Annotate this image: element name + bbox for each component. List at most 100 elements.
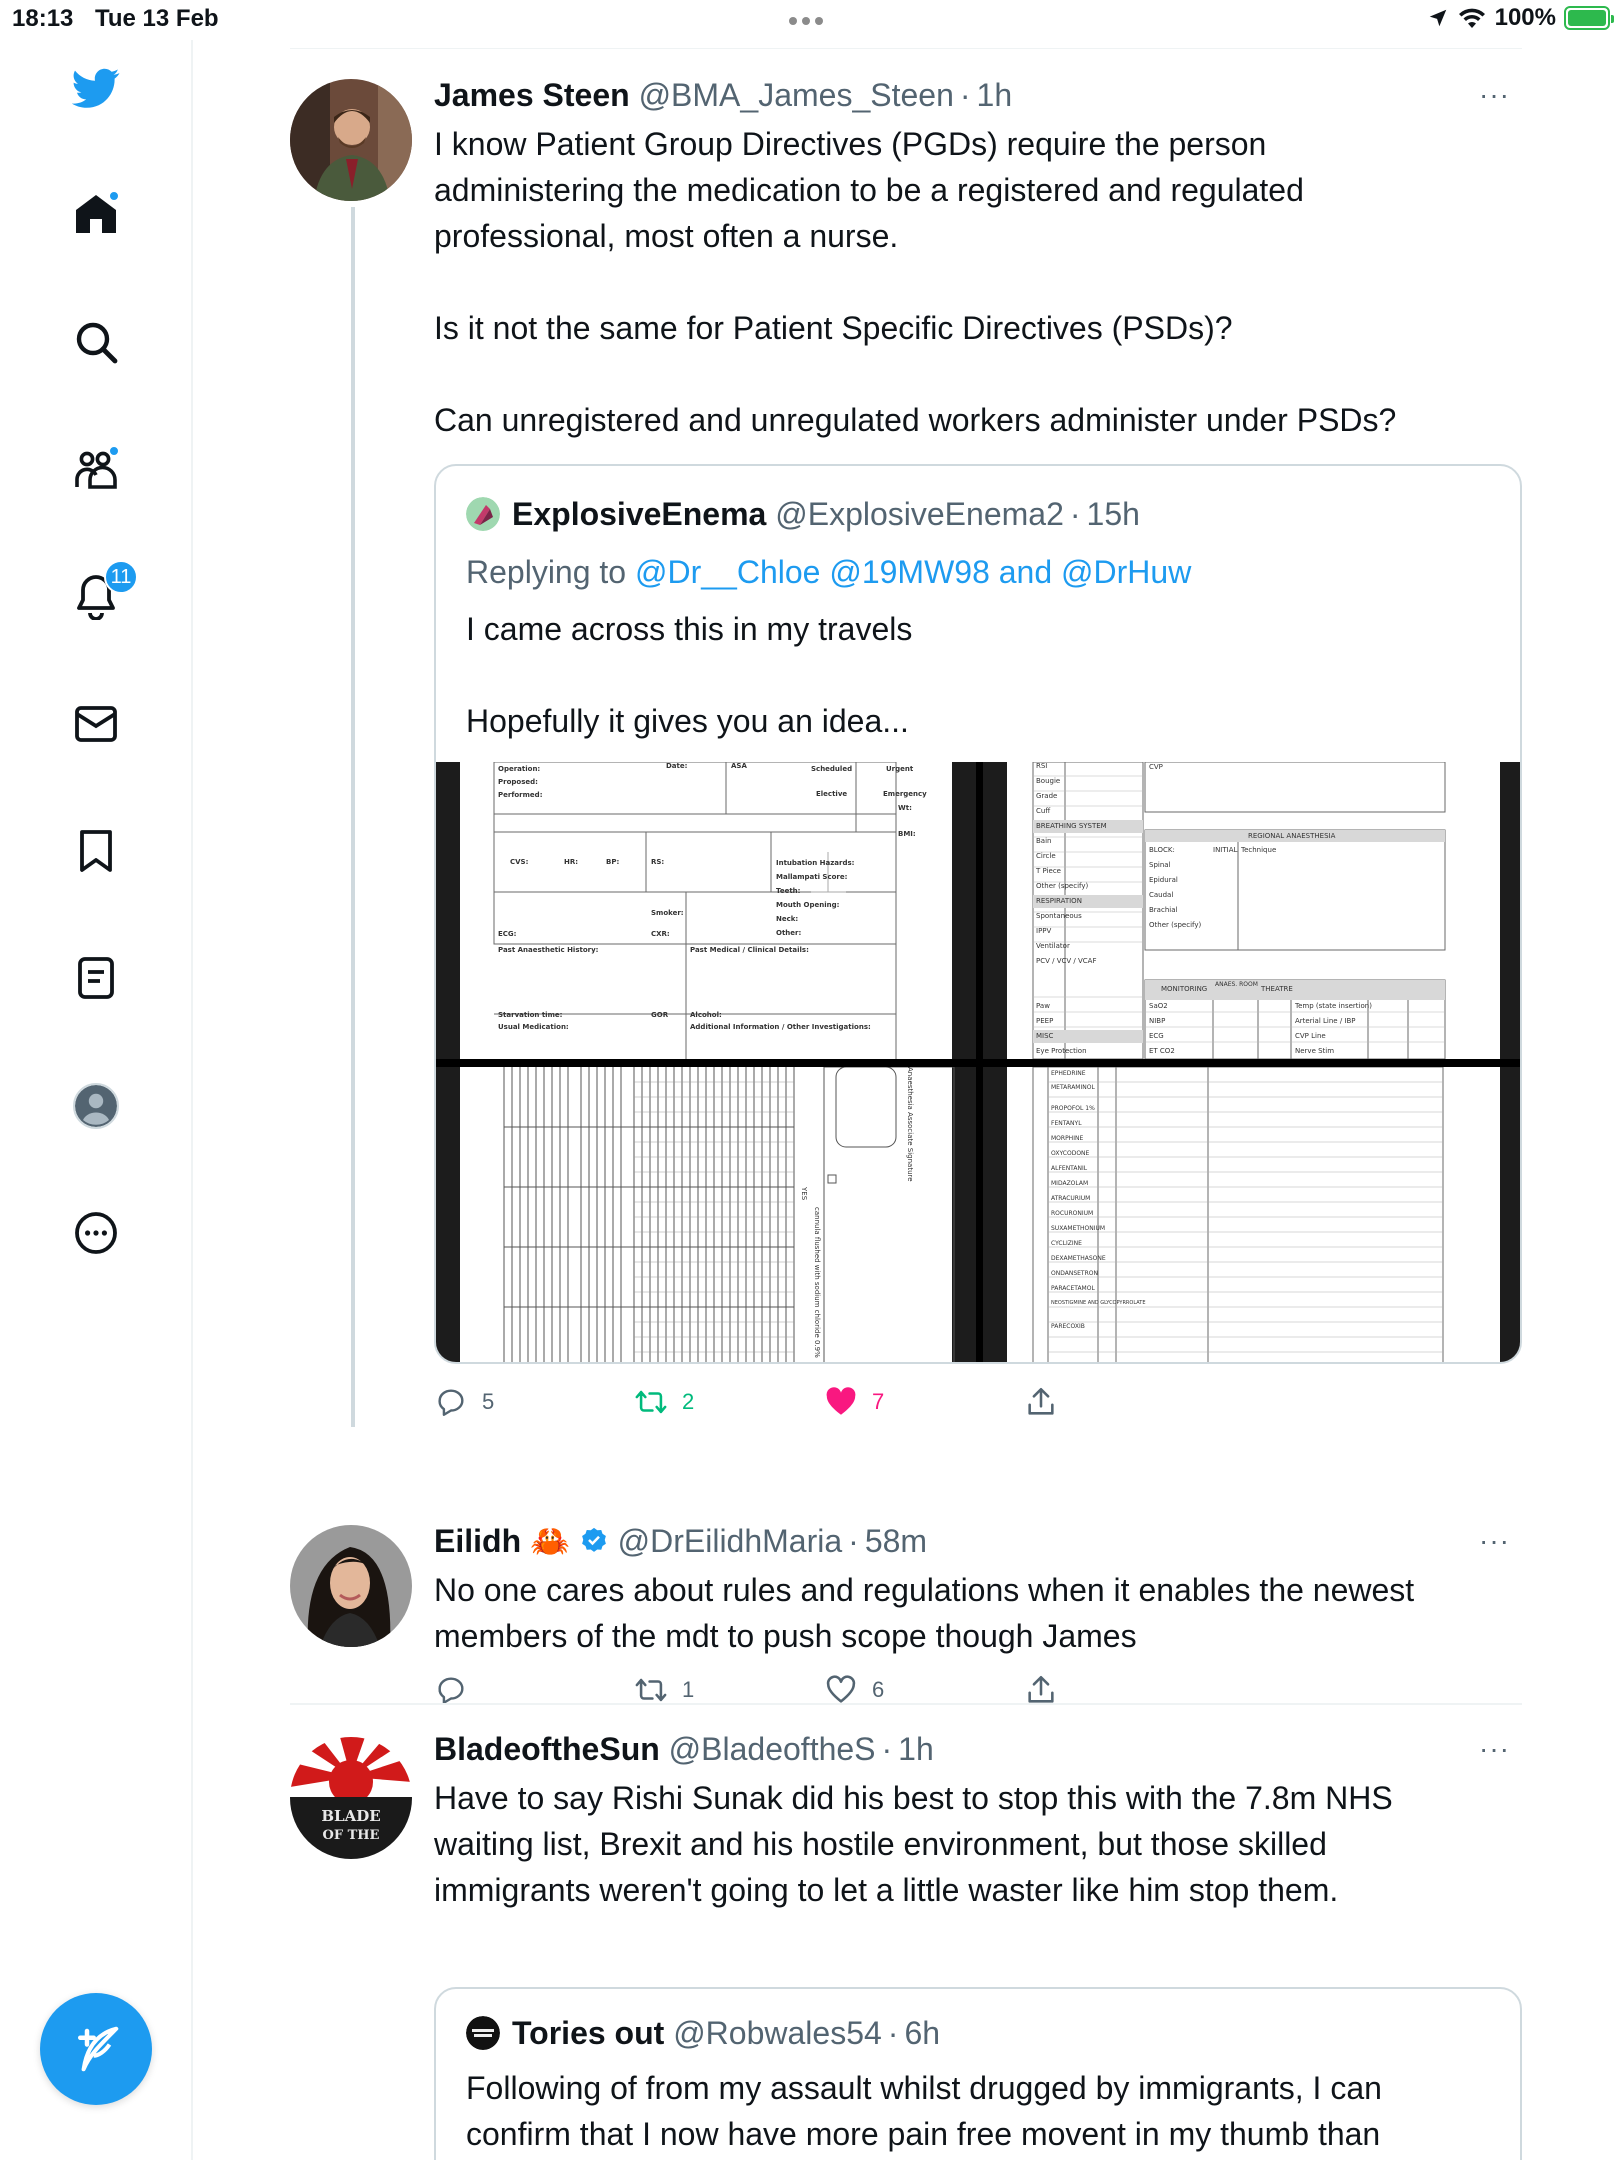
form-label: Brachial xyxy=(1149,906,1178,914)
form-label: RS: xyxy=(651,858,665,866)
like-button[interactable]: 7 xyxy=(824,1385,884,1419)
author-handle[interactable]: @DrEilidhMaria xyxy=(618,1521,843,1561)
like-button[interactable]: 6 xyxy=(824,1673,884,1707)
tweet-eilidh[interactable]: Eilidh 🦀 @DrEilidhMaria · 58m ··· No one c… xyxy=(290,1485,1522,1704)
drug-name: CYCLIZINE xyxy=(1051,1240,1082,1247)
form-label: YES xyxy=(800,1187,808,1201)
svg-text:BLADE: BLADE xyxy=(321,1807,380,1825)
form-label: Circle xyxy=(1036,852,1056,860)
avatar-bladeofthesun[interactable]: BLADE OF THE xyxy=(290,1737,412,1859)
reply-button[interactable]: 5 xyxy=(434,1385,494,1419)
author-handle[interactable]: @BladeoftheS xyxy=(669,1729,876,1769)
more-options-icon[interactable]: ··· xyxy=(1479,1733,1510,1765)
tweet-time[interactable]: 58m xyxy=(865,1521,927,1561)
tweet-time[interactable]: 1h xyxy=(898,1729,934,1769)
quoted-tweet[interactable]: Tories out @Robwales54 · 6h Following of f… xyxy=(434,1987,1522,2160)
form-label: Caudal xyxy=(1149,891,1174,899)
messages-icon[interactable] xyxy=(70,698,122,750)
compose-button[interactable] xyxy=(40,1993,152,2105)
drug-name: EPHEDRINE xyxy=(1051,1070,1086,1077)
avatar-eilidh[interactable] xyxy=(290,1525,412,1647)
form-label: PCV / VCV / VCAF xyxy=(1036,957,1097,965)
quoted-tweet[interactable]: ExplosiveEnema @ExplosiveEnema2 · 15h Repl… xyxy=(434,464,1522,1364)
drug-name: PARACETAMOL xyxy=(1051,1285,1095,1292)
communities-notification-dot xyxy=(108,445,120,457)
replying-to-mentions[interactable]: @Dr__Chloe @19MW98 and @DrHuw xyxy=(635,554,1191,590)
thread-line xyxy=(351,207,355,1427)
form-label: RSI xyxy=(1036,762,1048,770)
retweet-button[interactable]: 1 xyxy=(634,1673,694,1707)
multitasking-dots-icon[interactable] xyxy=(789,17,823,25)
home-icon[interactable] xyxy=(70,188,122,240)
wifi-icon xyxy=(1458,8,1485,28)
compose-icon xyxy=(78,2026,119,2072)
form-label: Arterial Line / IBP xyxy=(1295,1017,1356,1025)
home-notification-dot xyxy=(108,190,120,202)
author-name[interactable]: BladeoftheSun xyxy=(434,1729,660,1769)
author-name[interactable]: James Steen xyxy=(434,75,630,115)
form-label: Nerve Stim xyxy=(1295,1047,1335,1055)
tweet-time[interactable]: 1h xyxy=(977,75,1013,115)
form-label: ECG xyxy=(1149,1032,1164,1040)
retweet-button[interactable]: 2 xyxy=(634,1385,694,1419)
tweet-header: BladeoftheSun @BladeoftheS · 1h xyxy=(434,1729,934,1769)
media-image-4[interactable]: EPHEDRINE METARAMINOL PROPOFOL 1% FENTAN… xyxy=(983,1067,1520,1362)
form-label: BREATHING SYSTEM xyxy=(1036,822,1107,830)
form-label: Mouth Opening: xyxy=(776,901,840,909)
retweet-icon xyxy=(635,1390,667,1414)
bookmark-icon[interactable] xyxy=(70,825,122,877)
like-count: 7 xyxy=(872,1389,885,1414)
form-label: RESPIRATION xyxy=(1036,897,1082,905)
media-image-3[interactable]: YES Anaesthesia Associate Signature cann… xyxy=(436,1067,976,1362)
retweet-count: 1 xyxy=(682,1677,695,1702)
share-button[interactable] xyxy=(1024,1385,1058,1419)
form-label: Epidural xyxy=(1149,876,1178,884)
more-options-icon[interactable]: ··· xyxy=(1479,1525,1510,1557)
sidebar: 11 xyxy=(0,40,193,2160)
search-icon[interactable] xyxy=(70,316,122,368)
form-label: Performed: xyxy=(498,791,543,799)
media-image-2[interactable]: RSI Bougie Grade Cuff BREATHING SYSTEM B… xyxy=(983,762,1520,1059)
form-label: ASA xyxy=(731,762,747,770)
retweet-icon xyxy=(635,1678,667,1702)
form-label: Date: xyxy=(666,762,688,770)
form-label: Other: xyxy=(776,929,802,937)
form-label: Past Medical / Clinical Details: xyxy=(690,946,809,954)
form-label: Elective xyxy=(816,790,848,798)
form-label: Temp (state insertion) xyxy=(1295,1002,1372,1010)
tweet-bladeofthesun[interactable]: BLADE OF THE BladeoftheSun @BladeoftheS ·… xyxy=(290,1705,1522,2160)
drug-name: OXYCODONE xyxy=(1051,1150,1090,1157)
more-icon[interactable] xyxy=(70,1207,122,1259)
author-name[interactable]: Eilidh xyxy=(434,1521,521,1561)
lists-icon[interactable] xyxy=(70,952,122,1004)
tweet-james-steen[interactable]: James Steen @BMA_James_Steen · 1h ··· I kn… xyxy=(290,49,1522,1427)
form-label: THEATRE xyxy=(1261,985,1293,993)
form-label: MISC xyxy=(1036,1032,1054,1040)
communities-icon[interactable] xyxy=(70,443,122,495)
quoted-author-handle: @ExplosiveEnema2 xyxy=(775,496,1064,532)
quoted-tweet-header: ExplosiveEnema @ExplosiveEnema2 · 15h xyxy=(466,494,1140,534)
form-label: CXR: xyxy=(651,930,670,938)
form-label: Wt: xyxy=(898,804,912,812)
notifications-icon[interactable]: 11 xyxy=(70,560,138,622)
more-options-icon[interactable]: ··· xyxy=(1479,79,1510,111)
share-icon xyxy=(1028,1387,1054,1415)
avatar-james-steen[interactable] xyxy=(290,79,412,201)
reply-icon xyxy=(438,1389,464,1416)
drug-name: ALFENTANIL xyxy=(1051,1165,1088,1172)
author-handle[interactable]: @BMA_James_Steen xyxy=(639,75,954,115)
form-label: Starvation time: xyxy=(498,1011,563,1019)
profile-icon[interactable] xyxy=(70,1080,122,1132)
media-image-1[interactable]: Operation: Proposed: Performed: Date: AS… xyxy=(436,762,976,1059)
twitter-logo-icon[interactable] xyxy=(70,62,122,114)
separator-dot: · xyxy=(881,1731,893,1767)
tweet-actions: 5 2 7 xyxy=(434,1385,1094,1425)
drug-name: MORPHINE xyxy=(1051,1135,1084,1142)
svg-text:OF THE: OF THE xyxy=(323,1828,380,1843)
drug-name: FENTANYL xyxy=(1051,1120,1082,1127)
share-button[interactable] xyxy=(1024,1673,1058,1707)
reply-button[interactable] xyxy=(434,1673,482,1707)
form-label: GOR xyxy=(651,1011,669,1019)
quoted-author-name: ExplosiveEnema xyxy=(512,496,767,532)
form-label: CVS: xyxy=(510,858,529,866)
